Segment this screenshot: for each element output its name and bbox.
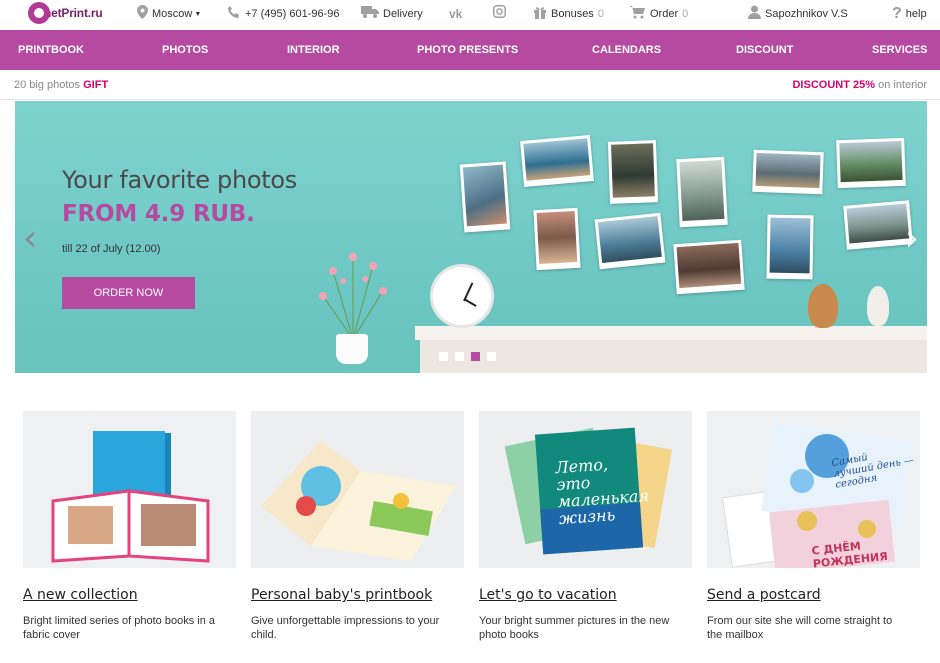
question-icon: ? [892,5,902,22]
bonuses-label: Bonuses [551,8,594,20]
truck-icon [361,5,379,23]
chevron-right-icon[interactable]: › [905,221,919,257]
slider-dot[interactable] [487,352,496,361]
promo-strip: 20 big photos GIFT DISCOUNT 25% on inter… [0,70,940,100]
wall-photo [459,161,511,233]
phone-icon [227,5,241,24]
wooden-bird-icon [867,286,889,326]
card-image[interactable]: Лето, это маленькая жизнь [479,411,692,568]
wall-photo [752,149,824,195]
chevron-down-icon: ▼ [194,10,202,18]
nav-item-photos[interactable]: PHOTOS [162,30,208,70]
instagram-icon [493,5,506,23]
hero-price: FROM 4.9 RUB. [62,201,255,227]
vk-link[interactable]: vk [449,5,466,23]
user-menu[interactable]: Sapozhnikov V.S [748,5,848,23]
card-image[interactable] [23,411,236,568]
promo-gift-text: 20 big photos [14,79,81,91]
card-image[interactable]: Самый лучший день — сегодня С ДНЁМ РОЖДЕНИ… [707,411,920,568]
hero-slider: Your favorite photos FROM 4.9 RUB. till … [15,101,927,373]
promo-gift-link[interactable]: 20 big photos GIFT [14,79,108,91]
promo-discount-highlight: DISCOUNT 25% [792,79,876,91]
help-label: help [905,8,927,20]
cart-icon [629,5,646,24]
nav-item-interior[interactable]: INTERIOR [287,30,340,70]
product-card[interactable]: A new collection Bright limited series o… [23,411,236,641]
card-description: Bright limited series of photo books in … [23,615,215,641]
user-icon [748,5,761,24]
wall-photo [673,239,745,295]
nav-item-photo-presents[interactable]: PHOTO PRESENTS [417,30,518,70]
order-link[interactable]: Order 0 [629,5,688,23]
top-bar: netPrint.ru Moscow ▼ +7 (495) 601-96-96 … [0,0,940,30]
nav-item-printbook[interactable]: PRINTBOOK [18,30,84,70]
card-title[interactable]: Send a postcard [707,587,821,603]
logo-badge [28,2,50,24]
main-nav: PRINTBOOK PHOTOS INTERIOR PHOTO PRESENTS… [0,30,940,70]
plant-icon [319,253,387,340]
card-title[interactable]: Let's go to vacation [479,587,617,603]
user-name: Sapozhnikov V.S [765,8,848,20]
card-image[interactable] [251,411,464,568]
order-count: 0 [682,8,689,20]
promo-discount-link[interactable]: DISCOUNT 25% on interior [792,79,927,91]
bonuses-count: 0 [597,8,604,20]
slider-dots [439,352,496,361]
plant-pot [336,334,368,364]
card-description: Give unforgettable impressions to your c… [251,615,440,641]
phone-number: +7 (495) 601-96-96 [245,8,340,20]
shelf-top [415,326,927,340]
slider-dot-active[interactable] [471,352,480,361]
gift-icon [533,5,547,24]
help-link[interactable]: ? help [892,5,927,23]
hero-title: Your favorite photos [62,166,297,194]
product-card[interactable]: Лето, это маленькая жизнь Let's go to vacat… [479,411,692,641]
city-selector[interactable]: Moscow ▼ [137,4,202,24]
bonuses-link[interactable]: Bonuses 0 [533,5,604,23]
wall-photo [766,214,814,280]
delivery-label: Delivery [383,8,423,20]
nav-item-discount[interactable]: DISCOUNT [736,30,793,70]
logo-text: netPrint.ru [44,6,103,20]
card-description: From our site she will come straight to … [707,615,893,641]
product-card[interactable]: Самый лучший день — сегодня С ДНЁМ РОЖДЕНИ… [707,411,920,641]
phone-link[interactable]: +7 (495) 601-96-96 [227,5,339,23]
wall-photo [533,207,581,271]
order-label: Order [650,8,679,20]
order-now-button[interactable]: ORDER NOW [62,277,195,309]
nav-item-services[interactable]: SERVICES [872,30,927,70]
product-card[interactable]: Personal baby's printbook Give unforgett… [251,411,464,641]
delivery-link[interactable]: Delivery [361,5,423,23]
chevron-left-icon[interactable]: ‹ [23,221,37,257]
location-pin-icon [137,4,148,24]
card-title[interactable]: A new collection [23,587,138,603]
card-title[interactable]: Personal baby's printbook [251,587,432,603]
promo-discount-text: on interior [878,79,927,91]
baby-printbook-image [261,441,456,561]
wooden-bird-icon [808,284,838,328]
wall-photo [607,140,659,204]
wall-photo [836,137,906,189]
card-description: Your bright summer pictures in the new p… [479,615,670,641]
nav-item-calendars[interactable]: CALENDARS [592,30,661,70]
hero-date: till 22 of July (12.00) [62,243,161,255]
shelf-body [420,340,927,373]
slider-dot[interactable] [439,352,448,361]
slider-dot[interactable] [455,352,464,361]
city-label: Moscow [152,8,193,20]
vacation-book-lettering: Лето, это маленькая жизнь [554,454,650,529]
photobook-blue-image [51,431,210,563]
clock-icon [430,264,494,328]
wall-photo [594,212,666,270]
vk-icon: vk [449,7,463,21]
promo-gift-highlight: GIFT [83,79,109,91]
wall-photo [676,156,728,228]
wall-photo [843,200,913,250]
wall-photo [520,135,594,187]
site-logo[interactable]: netPrint.ru [28,2,103,24]
instagram-link[interactable] [493,5,510,23]
